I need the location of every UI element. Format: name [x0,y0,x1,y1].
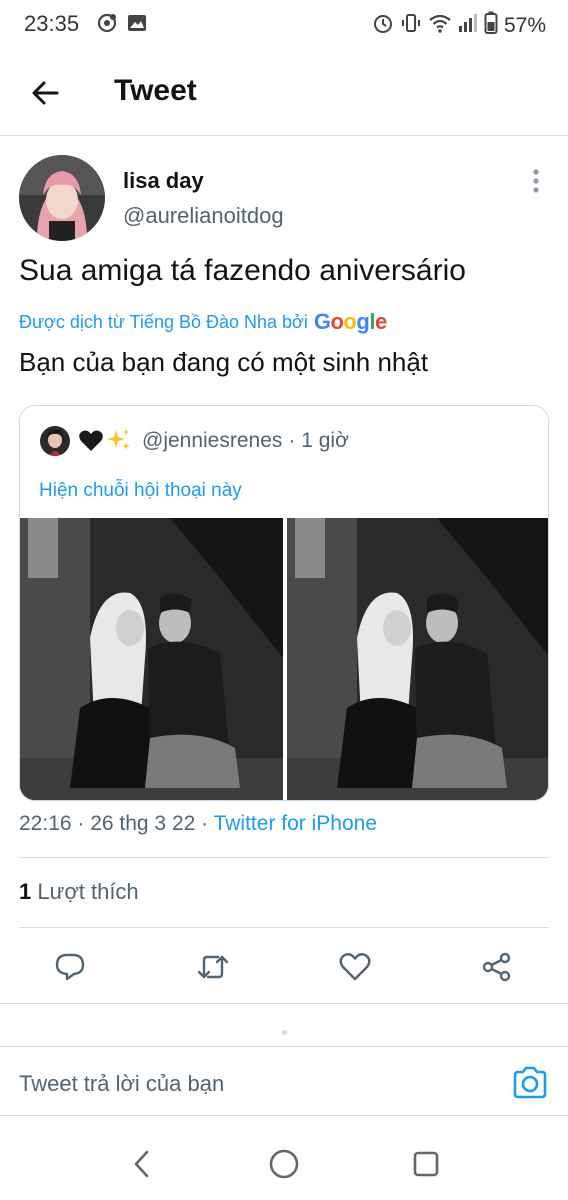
nav-recents-button[interactable] [406,1144,446,1184]
quoted-author-avatar [40,426,70,456]
like-label: Lượt thích [31,879,139,904]
google-logo: Google [313,309,387,334]
reply-composer[interactable]: Tweet trả lời của bạn [0,1046,568,1116]
quoted-tweet[interactable]: @jenniesrenes · 1 giờ Hiện chuỗi hội tho… [19,405,549,801]
battery-percent: 57% [503,13,546,37]
wifi-icon [428,12,452,39]
like-count: 1 [19,879,32,904]
quoted-author-emojis [78,428,132,454]
quoted-author-handle: @jenniesrenes [142,429,283,452]
author-name[interactable]: lisa day [123,168,204,194]
recents-icon [413,1151,439,1177]
author-avatar[interactable] [19,155,105,241]
quoted-photos [20,518,548,800]
divider [19,857,549,858]
image-icon [126,12,148,39]
more-options-button[interactable] [524,166,548,196]
quoted-tweet-header: @jenniesrenes · 1 giờ [40,426,349,456]
status-time: 23:35 [24,11,80,36]
more-vertical-icon [533,169,539,193]
home-circle-icon [269,1149,299,1179]
retweet-button[interactable] [190,944,236,990]
heart-icon [339,953,371,981]
like-button[interactable] [332,944,378,990]
camera-icon [513,1066,547,1099]
tweet-text: Sua amiga tá fazendo aniversário [19,254,466,287]
vibrate-icon [400,12,422,39]
nav-back-button[interactable] [122,1144,162,1184]
translation-attribution[interactable]: Được dịch từ Tiếng Bồ Đào Nha bởi Google [19,309,387,335]
reply-button[interactable] [47,944,93,990]
signal-icon [458,12,478,39]
alarm-icon [372,12,394,39]
back-button[interactable] [26,74,64,112]
tweet-meta: 22:16 · 26 thg 3 22 · Twitter for iPhone [19,812,377,836]
notification-icon [96,12,118,39]
system-nav-bar [0,1128,568,1200]
show-thread-link[interactable]: Hiện chuỗi hội thoại này [39,480,242,502]
app-header: Tweet [0,50,568,136]
quoted-photo[interactable] [287,518,548,800]
tweet-actions [0,944,568,990]
divider [19,927,549,928]
status-bar: 23:35 57% [0,0,568,50]
camera-button[interactable] [510,1065,550,1101]
sparkles-icon [107,429,130,450]
arrow-left-icon [32,81,59,105]
retweet-icon [197,955,229,979]
quoted-tweet-time: · 1 giờ [288,429,349,452]
status-right: 57% [372,11,546,40]
page-title: Tweet [114,74,197,107]
chevron-left-icon [134,1150,149,1178]
tweet-timestamp: 22:16 · 26 thg 3 22 · [19,812,214,835]
likes-summary[interactable]: 1 Lượt thích [19,879,139,905]
translated-by-label: Được dịch từ Tiếng Bồ Đào Nha bởi [19,311,308,332]
status-left-icons [96,12,148,39]
share-button[interactable] [474,944,520,990]
reply-icon [55,953,85,981]
divider [0,1003,568,1004]
scroll-indicator [282,1030,287,1035]
quoted-photo[interactable] [20,518,283,800]
nav-home-button[interactable] [264,1144,304,1184]
reply-input[interactable]: Tweet trả lời của bạn [19,1071,224,1097]
author-handle[interactable]: @aurelianoitdog [123,203,284,229]
translated-text: Bạn của bạn đang có một sinh nhật [19,347,429,377]
share-icon [482,952,511,982]
battery-icon [484,11,498,40]
tweet-source-link[interactable]: Twitter for iPhone [214,812,377,835]
black-heart-icon [79,430,103,451]
